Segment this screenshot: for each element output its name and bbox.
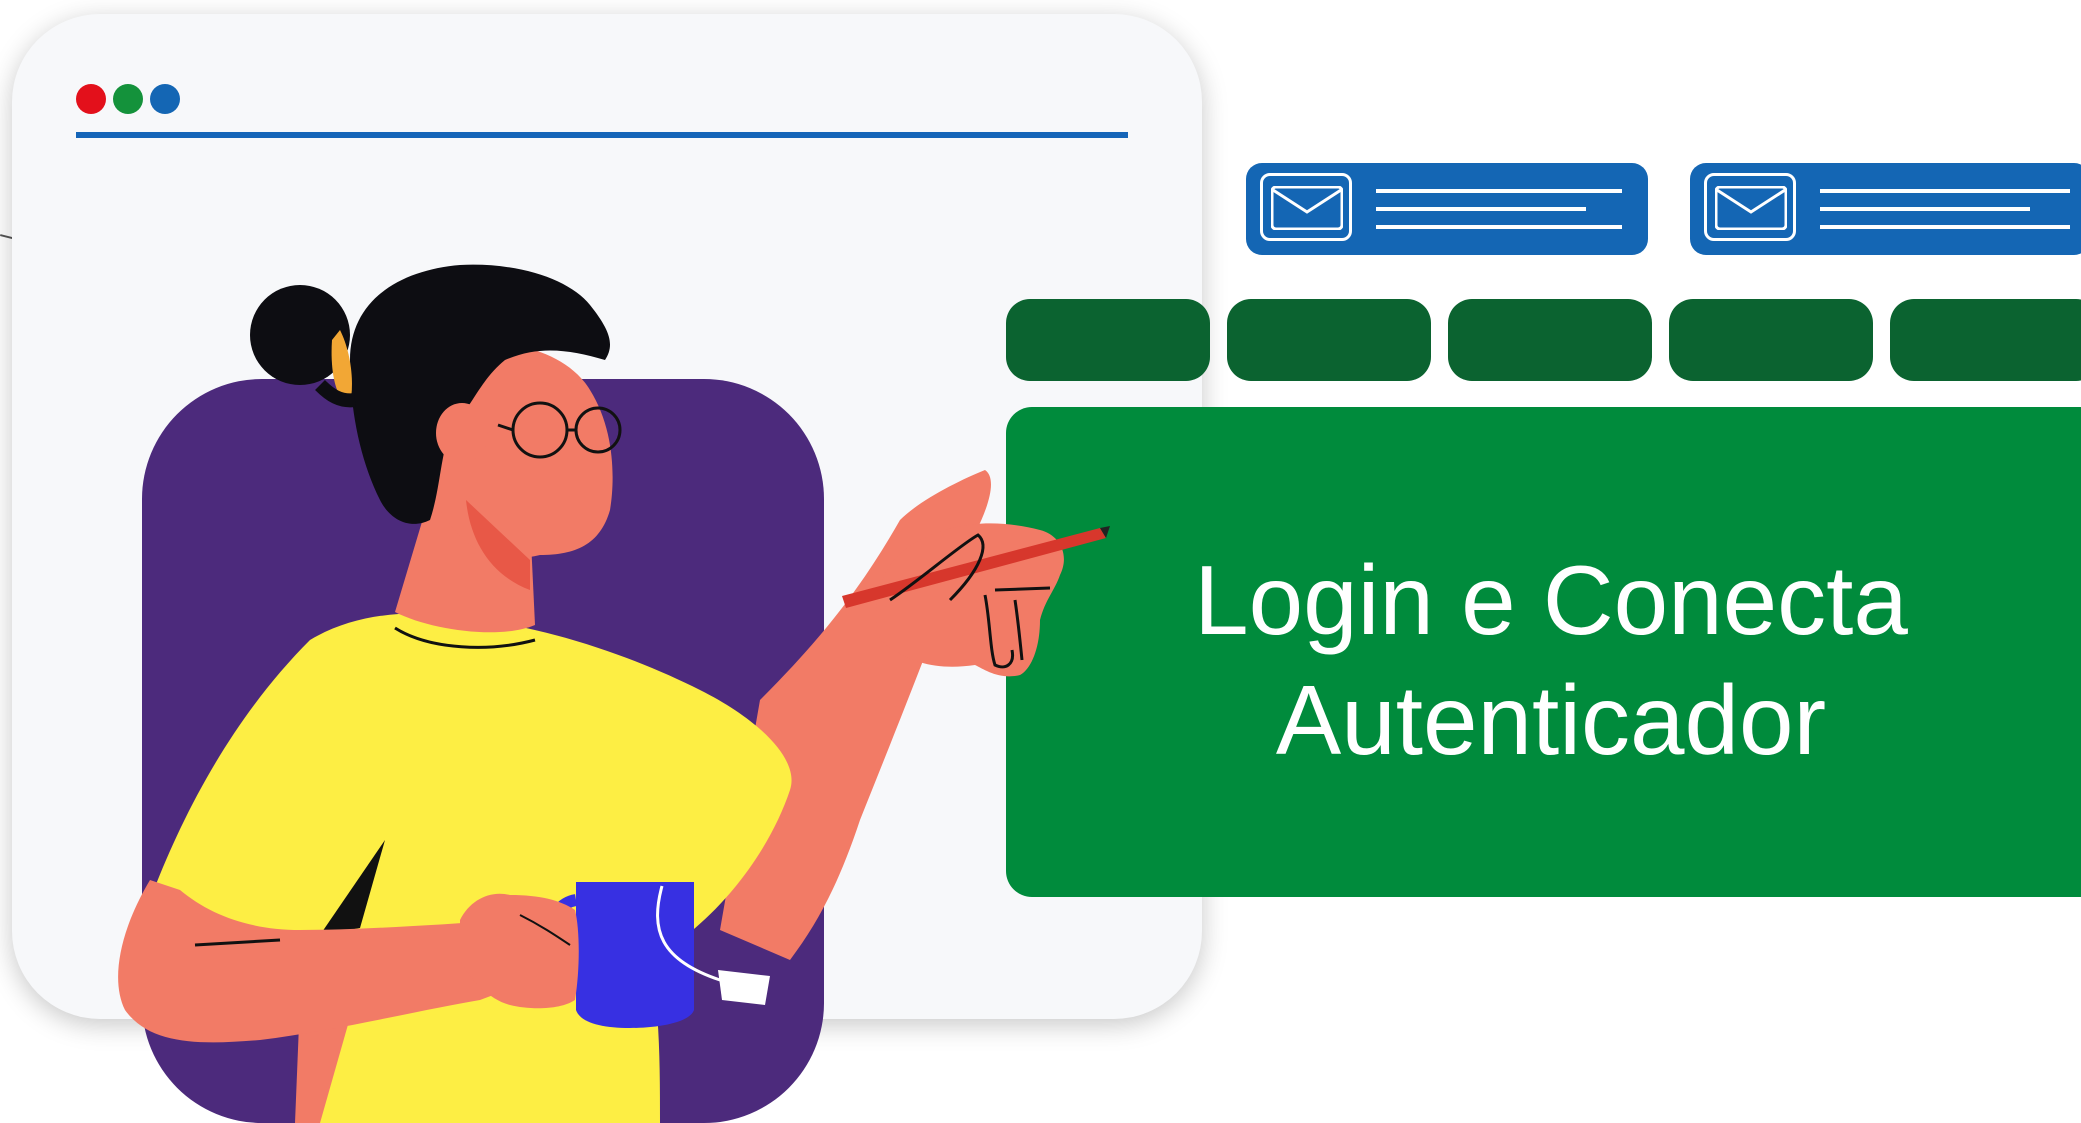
tea-tag-icon xyxy=(718,970,770,1005)
ear xyxy=(436,403,488,463)
shirt xyxy=(150,613,792,1123)
woman-illustration xyxy=(118,264,1110,1123)
